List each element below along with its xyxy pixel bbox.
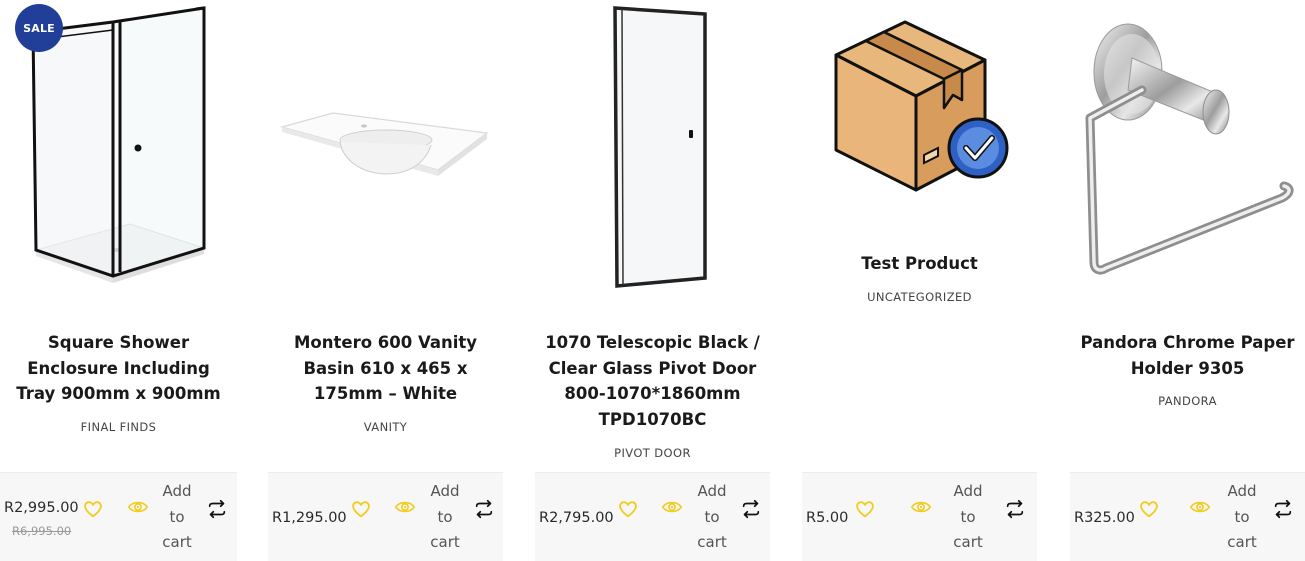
eye-icon[interactable] bbox=[394, 496, 416, 518]
eye-icon[interactable] bbox=[1189, 496, 1211, 518]
product-category[interactable]: FINAL FINDS bbox=[0, 420, 237, 434]
add-to-cart-label: cart bbox=[1227, 533, 1257, 551]
eye-icon[interactable] bbox=[910, 496, 932, 518]
heart-icon[interactable] bbox=[1138, 498, 1160, 520]
add-to-cart-label: to bbox=[960, 507, 976, 526]
heart-icon[interactable] bbox=[350, 498, 372, 520]
product-title-line: Test Product bbox=[861, 254, 978, 273]
add-to-cart-label: cart bbox=[953, 533, 983, 551]
add-to-cart-button[interactable]: Add to cart bbox=[1219, 479, 1265, 556]
product-category[interactable]: PIVOT DOOR bbox=[535, 446, 770, 460]
add-to-cart-label: to bbox=[169, 507, 185, 526]
product-title[interactable]: Pandora Chrome Paper Holder 9305 bbox=[1070, 330, 1305, 381]
product-title-line: 175mm – White bbox=[313, 384, 458, 403]
product-old-price: R6,995.00 bbox=[12, 524, 72, 538]
product-title-line: Clear Glass Pivot Door bbox=[548, 358, 757, 378]
add-to-cart-label: Add bbox=[1227, 482, 1257, 500]
product-title-line: 1070 Telescopic Black / bbox=[545, 333, 760, 352]
add-to-cart-button[interactable]: Add to cart bbox=[154, 479, 200, 556]
add-to-cart-label: Add bbox=[697, 482, 727, 500]
product-title[interactable]: Square Shower Enclosure Including Tray 9… bbox=[0, 330, 237, 407]
product-actions: R1,295.00 Add to cart bbox=[268, 472, 503, 561]
product-price: R5.00 bbox=[806, 510, 849, 526]
add-to-cart-label: cart bbox=[430, 533, 460, 551]
product-title[interactable]: Montero 600 Vanity Basin 610 x 465 x 175… bbox=[268, 330, 503, 407]
product-card: Montero 600 Vanity Basin 610 x 465 x 175… bbox=[268, 0, 503, 561]
product-price: R1,295.00 bbox=[272, 510, 347, 526]
compare-arrows-icon[interactable] bbox=[206, 498, 228, 520]
product-actions: R325.00 Add to cart bbox=[1070, 472, 1305, 561]
product-category[interactable]: UNCATEGORIZED bbox=[802, 290, 1037, 304]
product-title-line: Enclosure Including bbox=[27, 358, 210, 378]
product-price: R2,795.00 bbox=[539, 510, 614, 526]
product-price: R2,995.00 bbox=[4, 500, 79, 516]
product-price: R325.00 bbox=[1074, 510, 1135, 526]
heart-icon[interactable] bbox=[854, 498, 876, 520]
add-to-cart-label: cart bbox=[697, 533, 727, 551]
product-card: Pandora Chrome Paper Holder 9305 PANDORA… bbox=[1070, 0, 1305, 561]
add-to-cart-label: cart bbox=[162, 533, 192, 551]
product-title-line: TPD1070BC bbox=[598, 409, 707, 429]
product-title[interactable]: 1070 Telescopic Black / Clear Glass Pivo… bbox=[535, 330, 770, 432]
compare-arrows-icon[interactable] bbox=[1004, 498, 1026, 520]
product-title-line: Holder 9305 bbox=[1130, 358, 1245, 378]
product-title-line: Pandora Chrome Paper bbox=[1080, 333, 1295, 352]
product-card: 1070 Telescopic Black / Clear Glass Pivo… bbox=[535, 0, 770, 561]
product-category[interactable]: VANITY bbox=[268, 420, 503, 434]
add-to-cart-button[interactable]: Add to cart bbox=[945, 479, 991, 556]
add-to-cart-button[interactable]: Add to cart bbox=[422, 479, 468, 556]
product-title[interactable]: Test Product bbox=[802, 251, 1037, 277]
heart-icon[interactable] bbox=[617, 498, 639, 520]
add-to-cart-label: Add bbox=[162, 482, 192, 500]
compare-arrows-icon[interactable] bbox=[1272, 498, 1294, 520]
product-actions: R2,995.00 R6,995.00 Add to cart bbox=[0, 472, 237, 561]
product-actions: R5.00 Add to cart bbox=[802, 472, 1037, 561]
add-to-cart-label: to bbox=[704, 507, 720, 526]
add-to-cart-label: to bbox=[437, 507, 453, 526]
product-image-vanity-basin[interactable] bbox=[268, 0, 503, 300]
sale-badge: SALE bbox=[15, 4, 63, 52]
product-actions: R2,795.00 Add to cart bbox=[535, 472, 770, 561]
eye-icon[interactable] bbox=[127, 496, 149, 518]
product-title-line: 800-1070*1860mm bbox=[564, 384, 741, 403]
add-to-cart-label: Add bbox=[953, 482, 983, 500]
product-image-paper-holder[interactable] bbox=[1070, 0, 1305, 300]
add-to-cart-label: to bbox=[1234, 507, 1250, 526]
add-to-cart-label: Add bbox=[430, 482, 460, 500]
heart-icon[interactable] bbox=[82, 498, 104, 520]
product-category[interactable]: PANDORA bbox=[1070, 394, 1305, 408]
product-card: Test Product UNCATEGORIZED R5.00 Add to … bbox=[802, 0, 1037, 561]
product-title-line: Montero 600 Vanity bbox=[293, 333, 478, 352]
product-card: SALE Square Shower Enclosure Including T… bbox=[0, 0, 237, 561]
eye-icon[interactable] bbox=[661, 496, 683, 518]
product-title-line: Tray 900mm x 900mm bbox=[16, 384, 221, 403]
product-image-pivot-door[interactable] bbox=[535, 0, 770, 300]
add-to-cart-button[interactable]: Add to cart bbox=[689, 479, 735, 556]
product-title-line: Basin 610 x 465 x bbox=[303, 358, 468, 378]
compare-arrows-icon[interactable] bbox=[740, 498, 762, 520]
product-title-line: Square Shower bbox=[47, 333, 190, 352]
compare-arrows-icon[interactable] bbox=[473, 498, 495, 520]
